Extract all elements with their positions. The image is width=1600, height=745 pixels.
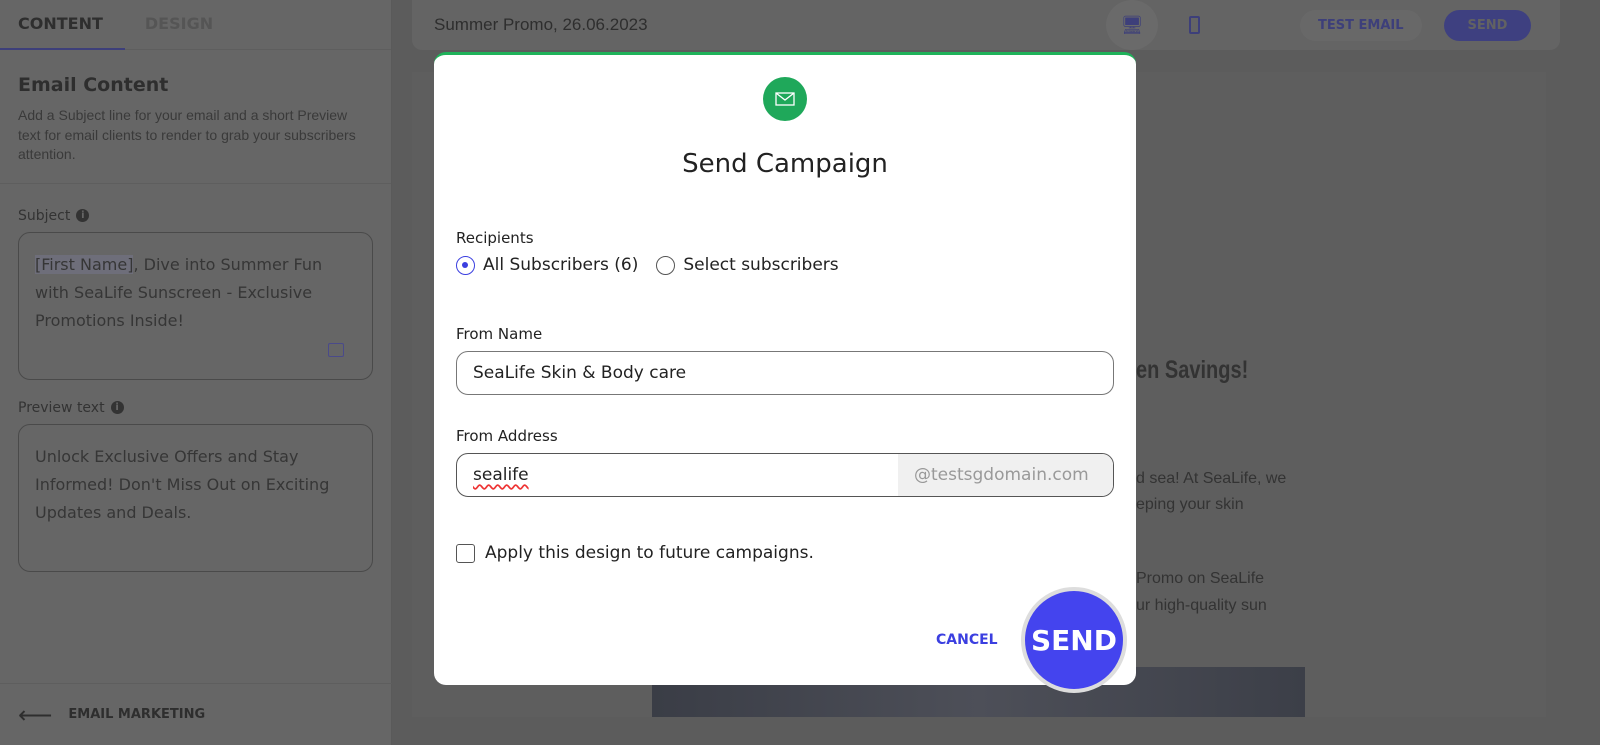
personalize-icon[interactable] — [328, 342, 344, 357]
left-panel: CONTENT DESIGN Email Content Add a Subje… — [0, 0, 392, 745]
arrow-left-icon: ⟵ — [18, 700, 53, 729]
preview-line: d sea! At SeaLife, we — [1136, 470, 1287, 487]
subject-label-text: Subject — [18, 207, 71, 224]
mobile-icon — [1188, 16, 1200, 34]
from-name-input[interactable]: SeaLife Skin & Body care — [456, 351, 1114, 395]
test-email-button[interactable]: TEST EMAIL — [1300, 9, 1422, 41]
radio-all-subscribers[interactable] — [456, 255, 475, 275]
cancel-button[interactable]: CANCEL — [936, 632, 998, 648]
first-name-tag: [First Name] — [35, 254, 134, 274]
option-select-label: Select subscribers — [683, 255, 839, 275]
preview-line: Promo on SeaLife — [1136, 570, 1265, 587]
subject-input[interactable]: [First Name], Dive into Summer Fun with … — [18, 231, 373, 380]
recipients-label: Recipients — [456, 229, 534, 247]
tabs: CONTENT DESIGN — [0, 0, 391, 50]
subject-label: Subject i — [18, 208, 373, 224]
section-description: Add a Subject line for your email and a … — [18, 107, 356, 162]
radio-select-subscribers[interactable] — [656, 255, 676, 275]
mobile-view-button[interactable] — [1168, 0, 1220, 50]
back-to-email-marketing[interactable]: ⟵ EMAIL MARKETING — [0, 683, 392, 745]
back-label: EMAIL MARKETING — [68, 707, 206, 722]
envelope-icon — [763, 77, 807, 121]
apply-design-option[interactable]: Apply this design to future campaigns. — [456, 543, 814, 563]
preview-label: Preview text i — [18, 400, 373, 416]
option-all-label: All Subscribers (6) — [483, 255, 639, 275]
send-button[interactable]: SEND — [1443, 9, 1532, 41]
campaign-title[interactable]: Summer Promo, 26.06.2023 — [412, 15, 1096, 35]
from-address-input[interactable]: sealife @testsgdomain.com — [456, 453, 1114, 497]
section-title: Email Content — [18, 74, 169, 96]
desktop-icon: 🖥 — [1120, 14, 1144, 36]
from-name-value: SeaLife Skin & Body care — [473, 363, 687, 383]
send-campaign-dialog: Send Campaign Recipients All Subscribers… — [434, 52, 1136, 685]
desktop-view-button[interactable]: 🖥 — [1106, 0, 1158, 50]
preview-label-text: Preview text — [18, 399, 105, 416]
preview-line: ur high-quality sun — [1136, 597, 1267, 614]
preview-text-input[interactable]: Unlock Exclusive Offers and Stay Informe… — [18, 423, 373, 572]
domain-suffix: @testsgdomain.com — [898, 454, 1113, 496]
apply-design-checkbox[interactable] — [456, 543, 475, 563]
from-address-label: From Address — [456, 427, 558, 445]
info-icon[interactable]: i — [76, 209, 90, 222]
preview-heading: en Savings! — [1136, 356, 1249, 384]
tab-content[interactable]: CONTENT — [0, 0, 121, 49]
dialog-title: Send Campaign — [682, 149, 888, 179]
tab-design[interactable]: DESIGN — [127, 0, 231, 49]
top-bar: Summer Promo, 26.06.2023 🖥 TEST EMAIL SE… — [412, 0, 1560, 50]
apply-design-label: Apply this design to future campaigns. — [485, 543, 814, 563]
email-content-section: Email Content Add a Subject line for you… — [0, 50, 391, 184]
active-tab-indicator — [0, 48, 125, 50]
from-name-label: From Name — [456, 325, 543, 343]
recipients-options: All Subscribers (6) Select subscribers — [456, 255, 839, 275]
info-icon[interactable]: i — [110, 401, 124, 414]
from-address-value: sealife — [473, 465, 529, 485]
preview-line: eping your skin — [1136, 496, 1244, 513]
send-campaign-button[interactable]: SEND — [1021, 587, 1127, 693]
